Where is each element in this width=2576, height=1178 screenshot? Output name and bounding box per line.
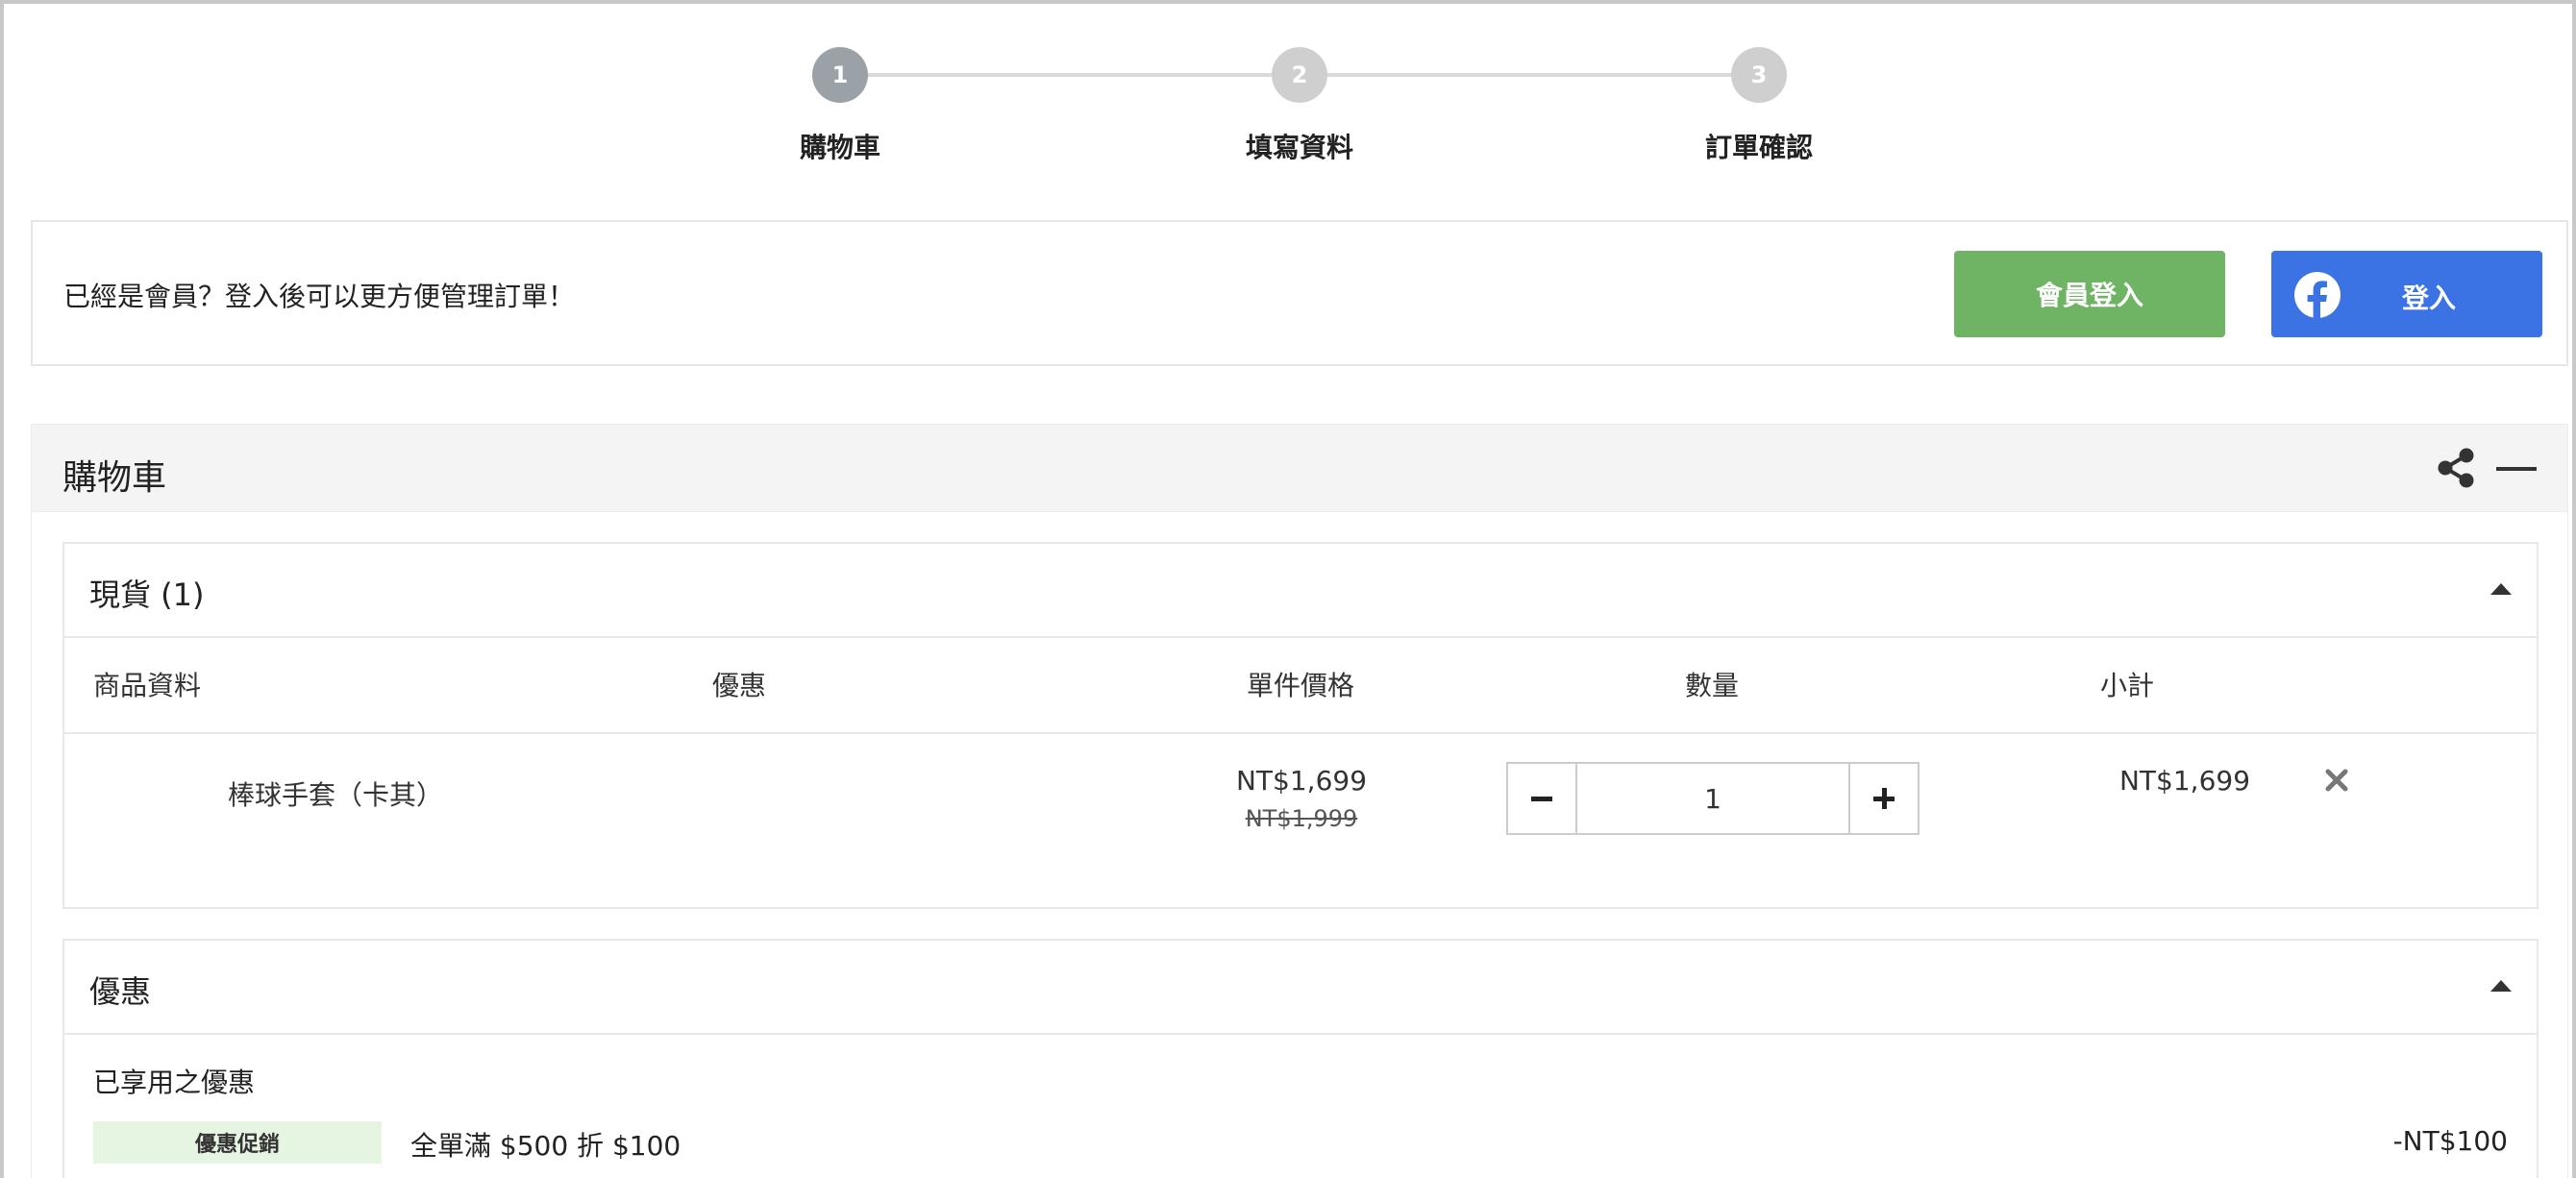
cart-title: 購物車 xyxy=(62,458,167,498)
unit-price: NT$1,699 xyxy=(1235,765,1368,797)
login-prompt: 已經是會員？登入後可以更方便管理訂單！ xyxy=(63,281,576,312)
step-2-circle: 2 xyxy=(1272,47,1327,103)
promotion-description: 全單滿 $500 折 $100 xyxy=(410,1130,681,1162)
member-login-bar: 已經是會員？登入後可以更方便管理訂單！ 會員登入 登入 xyxy=(31,220,2568,366)
minus-icon[interactable] xyxy=(2496,467,2537,471)
step-connector xyxy=(1300,73,1759,77)
caret-up-icon[interactable] xyxy=(2490,980,2512,992)
stock-section-title: 現貨 (1) xyxy=(89,577,205,613)
plus-icon-stroke xyxy=(1881,788,1887,809)
step-3-label: 訂單確認 xyxy=(1704,132,1813,163)
caret-up-icon[interactable] xyxy=(2490,583,2512,595)
share-icon[interactable] xyxy=(2437,448,2475,488)
remove-item-icon[interactable] xyxy=(2325,769,2348,792)
applied-discounts-label: 已享用之優惠 xyxy=(93,1067,256,1098)
quantity-stepper xyxy=(1506,762,1920,835)
step-connector xyxy=(840,73,1300,77)
increase-quantity-button[interactable] xyxy=(1848,764,1918,833)
step-1-label: 購物車 xyxy=(799,132,880,163)
original-price: NT$1,999 xyxy=(1245,805,1358,832)
column-discount: 優惠 xyxy=(712,670,767,701)
column-subtotal: 小計 xyxy=(2100,670,2155,701)
promotion-tag: 優惠促銷 xyxy=(93,1121,382,1164)
item-subtotal: NT$1,699 xyxy=(2118,765,2251,797)
page-frame: 1 2 3 購物車 填寫資料 訂單確認 已經是會員？登入後可以更方便管理訂單！ … xyxy=(0,0,2576,1178)
step-3-circle: 3 xyxy=(1731,47,1787,103)
stock-section: 現貨 (1) 商品資料 優惠 單件價格 數量 小計 棒球手套（卡其） NT$1,… xyxy=(62,542,2539,909)
promotion-amount: -NT$100 xyxy=(2392,1125,2508,1157)
discount-section-title: 優惠 xyxy=(89,973,152,1010)
facebook-login-button[interactable]: 登入 xyxy=(2271,251,2542,337)
discount-section-header[interactable]: 優惠 xyxy=(64,941,2537,1035)
stock-section-header[interactable]: 現貨 (1) xyxy=(64,544,2537,638)
header-divider xyxy=(64,732,2537,734)
checkout-stepper: 1 2 3 購物車 填寫資料 訂單確認 xyxy=(4,4,2576,196)
facebook-icon xyxy=(2294,272,2341,318)
cart-panel-header: 購物車 xyxy=(31,424,2568,512)
column-product: 商品資料 xyxy=(93,670,202,701)
quantity-input[interactable] xyxy=(1577,764,1848,833)
facebook-login-label: 登入 xyxy=(2402,282,2457,314)
decrease-quantity-button[interactable] xyxy=(1508,764,1577,833)
step-1-circle: 1 xyxy=(812,47,868,103)
step-2-label: 填寫資料 xyxy=(1245,132,1353,163)
discount-section: 優惠 已享用之優惠 優惠促銷 全單滿 $500 折 $100 -NT$100 xyxy=(62,939,2539,1178)
column-quantity: 數量 xyxy=(1685,670,1740,701)
column-unit-price: 單件價格 xyxy=(1247,670,1355,701)
product-name[interactable]: 棒球手套（卡其） xyxy=(228,774,443,813)
member-login-button[interactable]: 會員登入 xyxy=(1954,251,2225,337)
minus-icon xyxy=(1531,796,1552,801)
